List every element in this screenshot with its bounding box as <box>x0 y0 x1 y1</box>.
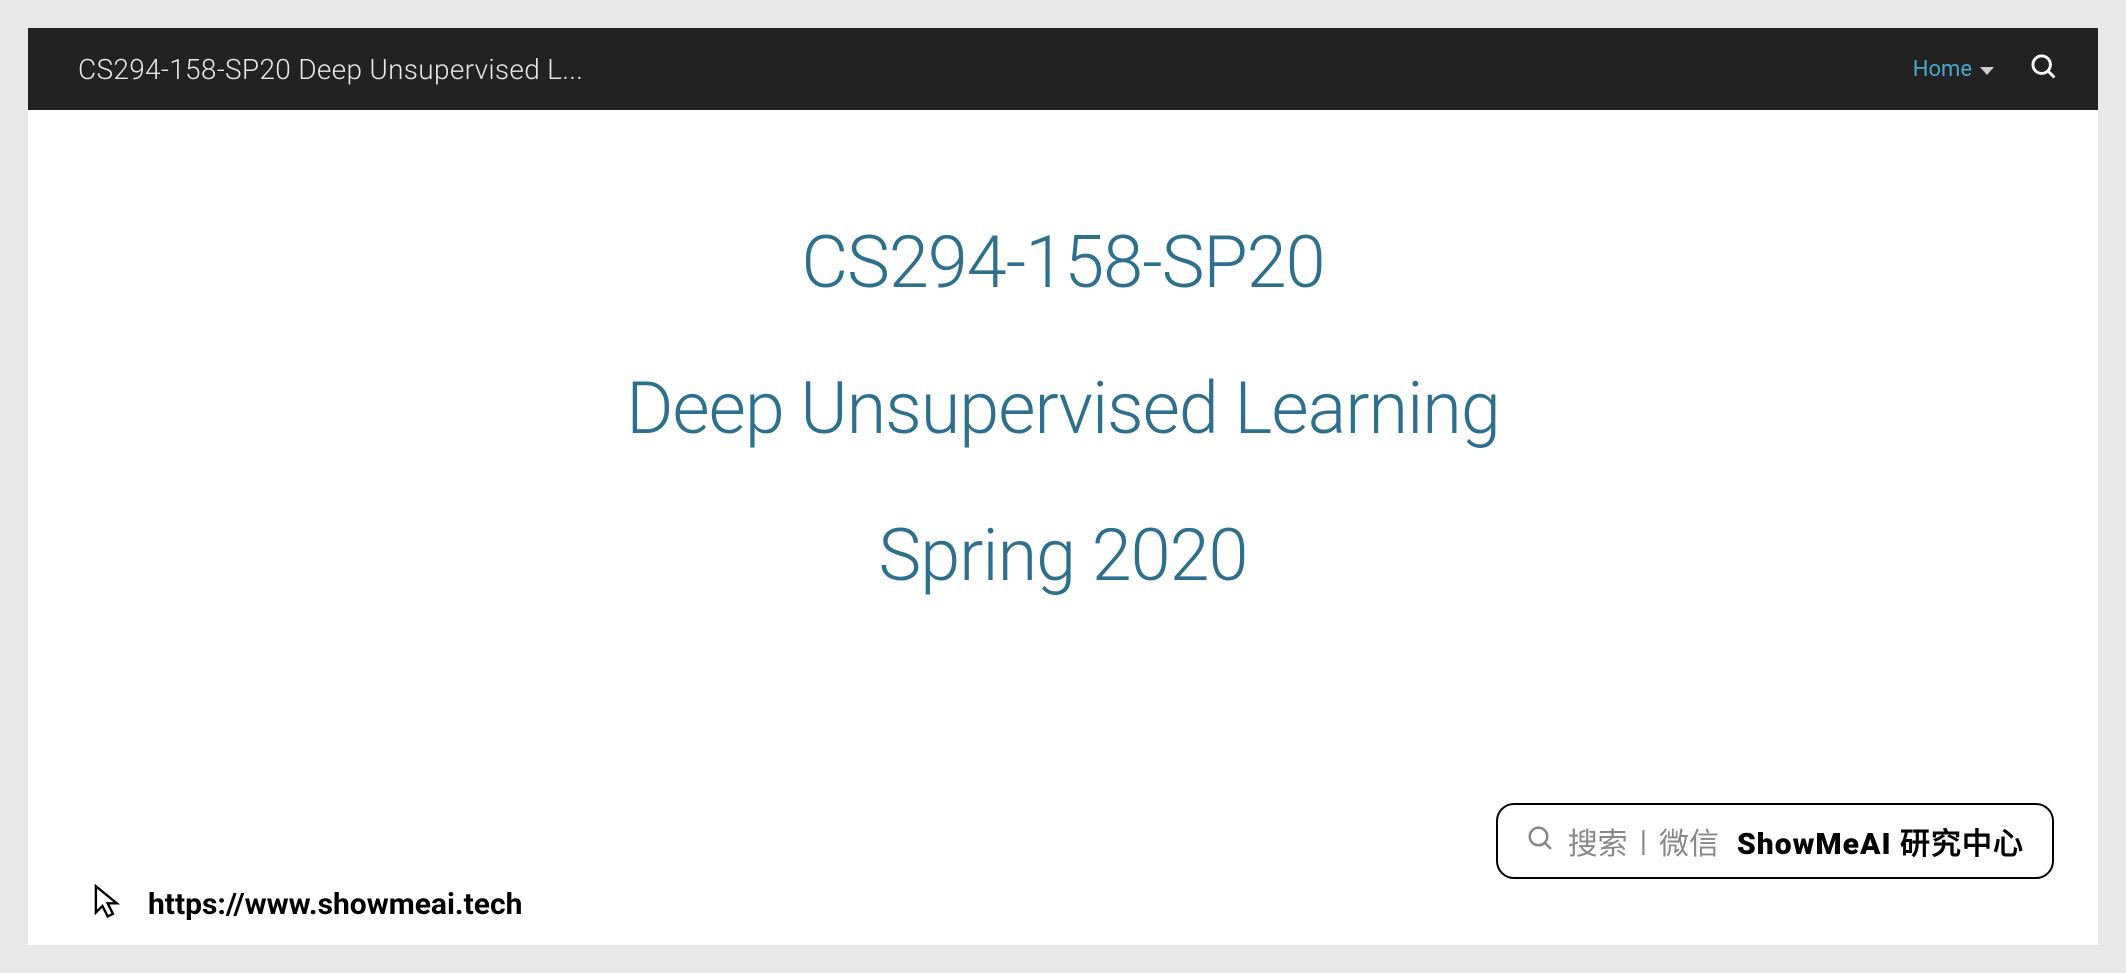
badge-divider: | <box>1640 824 1647 859</box>
badge-brand: ShowMeAI 研究中心 <box>1737 819 2024 863</box>
nav-right: Home <box>1913 53 2058 85</box>
badge-search-label: 搜索 <box>1568 819 1628 863</box>
page-frame: CS294-158-SP20 Deep Unsupervised L... Ho… <box>28 28 2098 945</box>
chevron-down-icon <box>1980 67 1994 75</box>
magnifier-icon <box>1526 824 1556 858</box>
watermark-url: https://www.showmeai.tech <box>148 887 522 922</box>
bottom-watermark: https://www.showmeai.tech <box>88 881 522 927</box>
nav-home-label: Home <box>1913 57 1972 82</box>
content-area: CS294-158-SP20 Deep Unsupervised Learnin… <box>28 110 2098 599</box>
search-icon[interactable] <box>2030 53 2058 85</box>
course-name: Deep Unsupervised Learning <box>28 366 2098 452</box>
header-bar: CS294-158-SP20 Deep Unsupervised L... Ho… <box>28 28 2098 110</box>
nav-home-link[interactable]: Home <box>1913 57 1994 82</box>
site-title[interactable]: CS294-158-SP20 Deep Unsupervised L... <box>78 53 583 86</box>
course-code: CS294-158-SP20 <box>28 220 2098 306</box>
badge-wechat-label: 微信 <box>1659 819 1719 863</box>
search-badge[interactable]: 搜索 | 微信 ShowMeAI 研究中心 <box>1496 803 2054 879</box>
course-term: Spring 2020 <box>28 513 2098 599</box>
cursor-icon <box>88 881 130 927</box>
